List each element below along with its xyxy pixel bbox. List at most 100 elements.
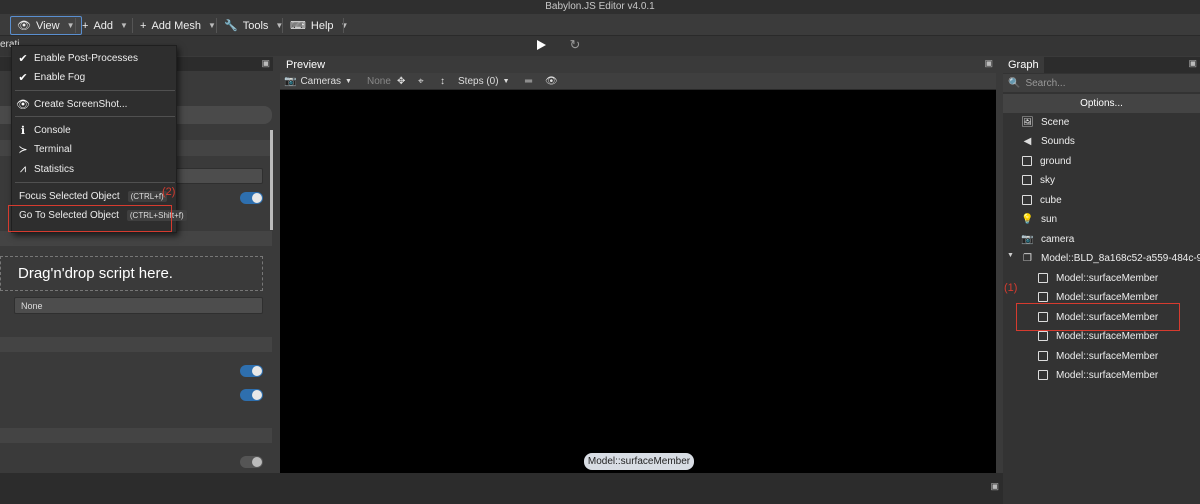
graph-node-label: Model::surfaceMember <box>1056 350 1159 362</box>
menu-item-console[interactable]: ℹ Console <box>17 121 71 139</box>
restart-icon: ↻ <box>569 37 581 52</box>
menu-item-label: Console <box>34 124 71 136</box>
script-select[interactable]: None <box>14 297 263 314</box>
inspector-section[interactable] <box>0 337 272 352</box>
preview-canvas[interactable] <box>280 90 996 473</box>
maximize-icon[interactable]: ▣ <box>990 481 999 492</box>
graph-node-label: ground <box>1040 155 1072 167</box>
graph-search[interactable]: 🔍 Search... <box>1003 74 1200 92</box>
divider <box>132 18 133 33</box>
chevron-down-icon: ▼ <box>502 78 510 85</box>
menu-item-enable-fog[interactable]: ✔ Enable Fog <box>17 68 85 86</box>
inspector-toggle[interactable] <box>240 192 263 204</box>
menu-item-focus-selected[interactable]: Focus Selected Object (CTRL+f) <box>19 187 167 205</box>
cameras-dropdown[interactable]: 📷 Cameras ▼ <box>284 74 352 89</box>
inspector-section[interactable] <box>0 428 272 443</box>
view-menu-label: View <box>35 19 60 32</box>
menu-item-enable-post-processes[interactable]: ✔ Enable Post-Processes <box>17 49 138 67</box>
mesh-icon <box>1022 195 1032 205</box>
check-icon: ✔ <box>18 71 28 84</box>
graph-node-label: Model::surfaceMember <box>1056 369 1159 381</box>
bottom-panel: ▣ <box>0 473 1003 504</box>
plus-icon: + <box>82 19 89 32</box>
visibility-button[interactable]: 👁 <box>545 74 558 89</box>
menu-item-label: Terminal <box>34 143 72 155</box>
graph-node[interactable]: ◀ Sounds <box>1022 132 1075 150</box>
eye-icon: 👁 <box>16 98 30 111</box>
mesh-icon <box>1038 292 1048 302</box>
menu-item-terminal[interactable]: ≻ Terminal <box>17 140 72 158</box>
tools-menu-label: Tools <box>242 19 269 32</box>
selected-object-tooltip: Model::surfaceMember <box>584 453 694 470</box>
inspector-toggle[interactable] <box>240 456 263 468</box>
divider <box>216 18 217 33</box>
inspector-scrollbar[interactable] <box>270 130 273 230</box>
rotate-gizmo-button[interactable]: ⌖ <box>418 74 424 89</box>
divider <box>343 18 344 33</box>
divider <box>282 18 283 33</box>
graph-node-label: Model::BLD_8a168c52-a559-484c-9b36 <box>1041 252 1200 264</box>
tools-menu-button[interactable]: 🔧 Tools ▼ <box>218 16 289 35</box>
wrench-icon: 🔧 <box>224 20 238 32</box>
inspector-toggle[interactable] <box>240 365 263 377</box>
gizmo-none-button[interactable]: None <box>367 74 391 89</box>
eye-icon: 👁 <box>17 20 31 32</box>
view-menu-button[interactable]: 👁 View ▼ <box>10 16 82 35</box>
help-icon: ⌨ <box>290 20 306 32</box>
mesh-icon <box>1038 370 1048 380</box>
chart-icon: ⩘ <box>19 162 27 175</box>
scale-gizmo-button[interactable]: ↕ <box>440 74 445 89</box>
plus-icon: + <box>140 19 147 32</box>
maximize-icon[interactable]: ▣ <box>1188 58 1197 69</box>
menubar: 👁 View ▼ + Add ▼ + Add Mesh ▼ 🔧 Tools ▼ … <box>0 14 1200 36</box>
graph-node-label: Scene <box>1041 116 1070 128</box>
tab-graph[interactable]: Graph <box>1003 57 1044 73</box>
cameras-label: Cameras <box>300 76 342 87</box>
mesh-icon <box>1038 273 1048 283</box>
light-icon: 💡 <box>1021 213 1034 225</box>
graph-node-label: Model::surfaceMember <box>1056 272 1159 284</box>
steps-dropdown[interactable]: Steps (0) ▼ <box>458 74 510 89</box>
play-button[interactable] <box>531 36 551 54</box>
resize-vertical-icon: ↕ <box>440 76 445 87</box>
move-gizmo-button[interactable]: ✥ <box>397 74 405 89</box>
maximize-icon[interactable]: ▣ <box>984 58 993 69</box>
graph-node[interactable]: ❐ Model::BLD_8a168c52-a559-484c-9b36 <box>1022 249 1200 267</box>
graph-node[interactable]: Model::surfaceMember <box>1038 347 1158 365</box>
restart-button[interactable]: ↻ <box>565 36 585 54</box>
add-mesh-menu-button[interactable]: + Add Mesh ▼ <box>134 16 222 35</box>
help-menu-label: Help <box>310 19 334 32</box>
graph-node-label: Model::surfaceMember <box>1056 330 1159 342</box>
script-drop-zone[interactable]: Drag'n'drop script here. <box>0 256 263 291</box>
graph-node[interactable]: 📷 camera <box>1021 230 1074 248</box>
add-menu-button[interactable]: + Add ▼ <box>76 16 134 35</box>
menu-item-label: Enable Fog <box>34 71 86 83</box>
inspector-toggle[interactable] <box>240 389 263 401</box>
menu-item-statistics[interactable]: ⩘ Statistics <box>17 160 74 178</box>
mesh-icon <box>1022 175 1032 185</box>
info-icon: ℹ <box>20 124 26 137</box>
check-icon: ✔ <box>18 52 28 65</box>
graph-node[interactable]: Model::surfaceMember <box>1038 366 1158 384</box>
search-placeholder: Search... <box>1025 77 1066 89</box>
chevron-down-icon: ▼ <box>120 21 128 30</box>
graph-node[interactable]: sky <box>1022 171 1055 189</box>
model-icon: ❐ <box>1023 252 1032 264</box>
graph-node-label: sky <box>1040 174 1055 186</box>
mesh-icon <box>1038 331 1048 341</box>
graph-node[interactable]: ground <box>1022 152 1071 170</box>
maximize-icon[interactable]: ▣ <box>261 58 270 69</box>
graph-node[interactable]: Model::surfaceMember <box>1038 269 1158 287</box>
menu-item-create-screenshot[interactable]: 👁 Create ScreenShot... <box>16 95 128 113</box>
scene-icon: 🖼 <box>1021 116 1034 128</box>
graph-node[interactable]: 💡 sun <box>1021 210 1057 228</box>
graph-node[interactable]: cube <box>1022 191 1062 209</box>
shortcut-badge: (CTRL+f) <box>127 190 167 202</box>
inspector-section[interactable] <box>0 231 272 246</box>
graph-options-button[interactable]: Options... <box>1003 94 1200 113</box>
menu-item-label: Create ScreenShot... <box>34 98 128 110</box>
graph-node[interactable]: 🖼 Scene <box>1021 113 1070 131</box>
grid-toggle-button[interactable]: ═ <box>525 74 532 89</box>
steps-label: Steps (0) <box>458 76 499 87</box>
expand-caret-icon[interactable]: ▼ <box>1007 252 1014 259</box>
